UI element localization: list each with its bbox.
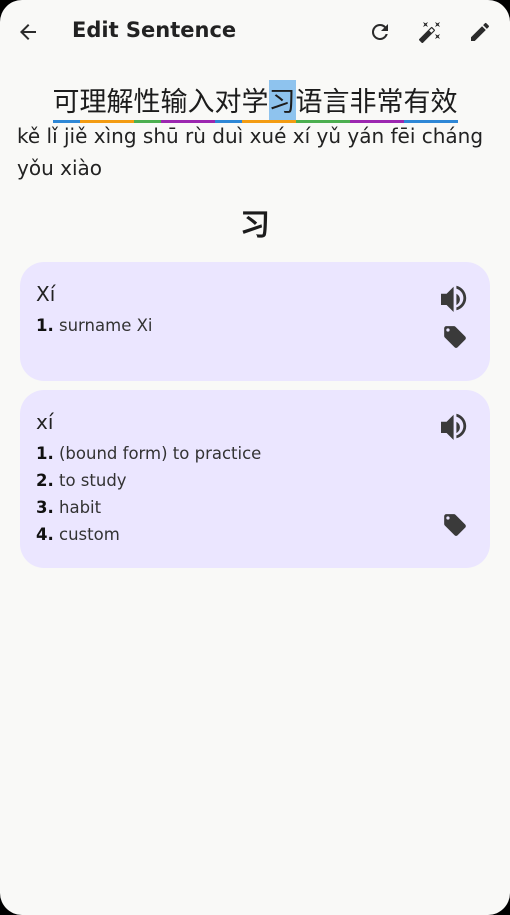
edit-button[interactable] <box>460 12 500 52</box>
app-bar: Edit Sentence <box>0 0 510 64</box>
definition-item: 2. to study <box>36 467 261 494</box>
sentence-word[interactable]: 有效 <box>403 80 458 123</box>
definition-number: 2. <box>36 471 54 490</box>
page-title: Edit Sentence <box>72 18 237 42</box>
sentence-text: 可理解性输入对学习语言非常有效 <box>0 80 510 123</box>
pencil-icon <box>471 22 490 41</box>
refresh-button[interactable] <box>360 12 400 52</box>
entry-definitions: 1. surname Xi <box>36 312 152 339</box>
tag-icon <box>444 514 466 536</box>
entry-definitions: 1. (bound form) to practice 2. to study … <box>36 440 261 548</box>
speaker-button[interactable] <box>438 412 472 440</box>
definition-text: (bound form) to practice <box>59 444 262 463</box>
definition-number: 1. <box>36 444 54 463</box>
tag-icon <box>444 326 466 348</box>
arrow-back-icon <box>20 24 36 40</box>
definition-text: habit <box>59 498 102 517</box>
sentence-word[interactable]: 非常 <box>349 80 404 123</box>
magic-wand-icon <box>418 22 440 44</box>
definition-text: to study <box>59 471 127 490</box>
back-button[interactable] <box>8 12 48 52</box>
definition-item: 1. surname Xi <box>36 312 152 339</box>
definition-text: surname Xi <box>59 316 153 335</box>
entry-pinyin: Xí <box>36 282 56 306</box>
sentence-word[interactable]: 性 <box>133 80 161 123</box>
definition-text: custom <box>59 525 120 544</box>
dictionary-entry-card: xí 1. (bound form) to practice 2. to stu… <box>20 390 490 568</box>
entry-pinyin: xí <box>36 410 54 434</box>
sentence-word[interactable]: 学 <box>241 80 269 123</box>
sentence-pinyin: kě lǐ jiě xìng shū rù duì xué xí yǔ yán … <box>17 124 484 180</box>
magic-wand-button[interactable] <box>410 12 450 52</box>
screen: Edit Sentence 可理解性输入对学习语言非常有效 kě lǐ jiě … <box>0 0 510 915</box>
definition-item: 1. (bound form) to practice <box>36 440 261 467</box>
volume-up-icon <box>441 413 467 440</box>
tag-button[interactable] <box>442 324 468 350</box>
sentence-word[interactable]: 习 <box>268 80 296 123</box>
selected-character: 习 <box>240 208 270 243</box>
speaker-button[interactable] <box>438 284 472 312</box>
sentence-word[interactable]: 语言 <box>295 80 350 123</box>
definition-number: 3. <box>36 498 54 517</box>
sentence-word[interactable]: 理解 <box>79 80 134 123</box>
tag-button[interactable] <box>442 512 468 538</box>
definition-item: 4. custom <box>36 521 261 548</box>
sentence-word[interactable]: 输入 <box>160 80 215 123</box>
sentence-word[interactable]: 可 <box>52 80 80 123</box>
sentence-word[interactable]: 对 <box>214 80 242 123</box>
dictionary-entry-card: Xí 1. surname Xi <box>20 262 490 381</box>
volume-up-icon <box>441 285 467 312</box>
definition-number: 4. <box>36 525 54 544</box>
definition-item: 3. habit <box>36 494 261 521</box>
definition-number: 1. <box>36 316 54 335</box>
refresh-icon <box>371 23 388 40</box>
